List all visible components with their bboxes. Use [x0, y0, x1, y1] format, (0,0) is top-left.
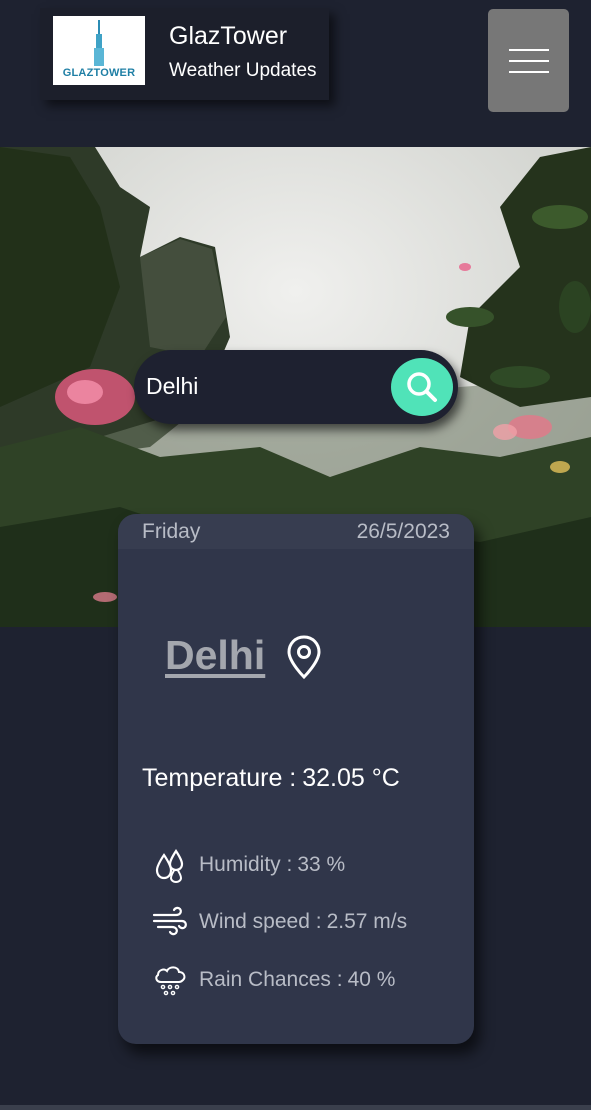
wind-value: 2.57 m/s [326, 910, 408, 933]
wind-icon [152, 904, 188, 940]
weather-card: Friday 26/5/2023 Delhi Temperature : 32.… [118, 514, 474, 1044]
hamburger-menu-icon-line [508, 59, 549, 62]
wind-label: Wind speed : [199, 910, 322, 933]
hamburger-menu-icon-line [508, 70, 549, 73]
temperature-value: 32.05 °C [302, 764, 400, 792]
city-search-bar [134, 350, 458, 424]
temperature: Temperature : 32.05 °C [142, 764, 400, 793]
day-label: Friday [142, 520, 201, 543]
weather-app: GLAZTOWER GlazTower Weather Updates Delh… [0, 0, 591, 1110]
bottom-divider [0, 1105, 591, 1110]
search-button[interactable] [391, 358, 453, 416]
humidity-value: 33 % [297, 853, 346, 876]
search-icon [407, 372, 437, 402]
menu-button[interactable] [488, 9, 569, 112]
glaztower-logo: GLAZTOWER [53, 16, 145, 85]
rain-value: 40 % [347, 968, 396, 991]
location-pin-icon [287, 635, 321, 680]
wind-row: Wind speed : 2.57 m/s [152, 904, 407, 940]
card-header: Friday 26/5/2023 [118, 514, 474, 549]
brand-header: GLAZTOWER GlazTower Weather Updates [40, 8, 329, 100]
rain-row: Rain Chances : 40 % [152, 962, 395, 998]
app-title: GlazTower [169, 22, 288, 50]
rain-label: Rain Chances : [199, 968, 343, 991]
hamburger-menu-icon [508, 48, 549, 51]
humidity-label: Humidity : [199, 853, 293, 876]
tower-logo-icon [94, 20, 104, 66]
logo-text: GLAZTOWER [62, 67, 136, 79]
temperature-label: Temperature : [142, 764, 297, 792]
rain-cloud-icon [152, 962, 188, 998]
city-name: Delhi [165, 632, 266, 678]
date-label: 26/5/2023 [356, 520, 450, 543]
search-input[interactable] [146, 368, 386, 404]
humidity-row: Humidity : 33 % [152, 847, 345, 883]
humidity-drops-icon [152, 847, 188, 883]
app-subtitle: Weather Updates [169, 60, 317, 81]
